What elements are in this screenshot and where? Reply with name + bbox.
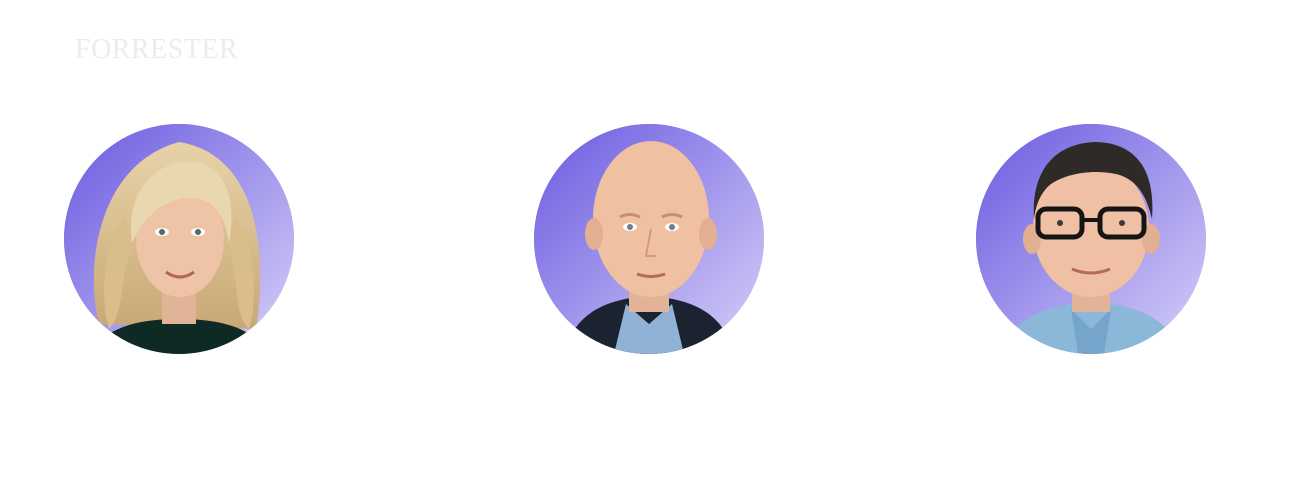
- page: Forrester: [0, 0, 1294, 494]
- portrait-woman-blonde-icon: [64, 124, 294, 354]
- forrester-logo: Forrester: [75, 34, 239, 65]
- portrait-man-glasses-icon: [976, 124, 1206, 354]
- avatar-person-2: [534, 124, 764, 354]
- portrait-man-bald-suit-icon: [534, 124, 764, 354]
- avatar-person-3: [976, 124, 1206, 354]
- avatar-person-1: [64, 124, 294, 354]
